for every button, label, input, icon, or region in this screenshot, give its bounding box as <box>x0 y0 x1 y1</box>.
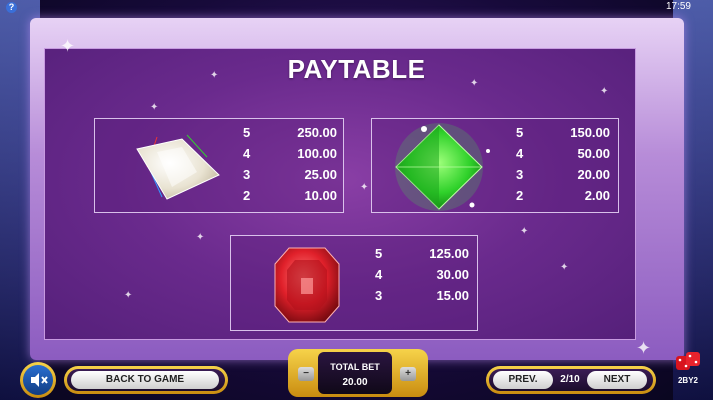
sparkle-icon: ✦ <box>124 290 133 301</box>
page-title: PAYTABLE <box>287 54 426 84</box>
payout-row: 2 10.00 <box>243 188 337 203</box>
white-diamond-gem-icon <box>136 134 220 200</box>
sparkle-icon: ✦ <box>60 36 76 56</box>
bet-decrease-button[interactable]: − <box>298 367 314 381</box>
back-to-game-control: BACK TO GAME <box>64 366 228 394</box>
payout-row: 5 125.00 <box>375 246 469 261</box>
back-to-game-button[interactable]: BACK TO GAME <box>71 371 219 389</box>
prev-page-button[interactable]: PREV. <box>493 371 553 389</box>
brand-logo: 2BY2 <box>668 350 708 398</box>
logo-text: 2BY2 <box>677 376 698 385</box>
payout-row: 3 25.00 <box>243 167 337 182</box>
payout-row: 4 100.00 <box>243 146 337 161</box>
total-bet-control: − TOTAL BET 20.00 + <box>288 349 428 397</box>
help-icon[interactable]: ? <box>6 2 17 13</box>
payout-row: 3 20.00 <box>516 167 610 182</box>
payout-row: 5 250.00 <box>243 125 337 140</box>
paytable-entry-ruby: 5 125.00 4 30.00 3 15.00 <box>230 235 478 331</box>
payout-row: 5 150.00 <box>516 125 610 140</box>
red-ruby-gem-icon <box>274 247 340 323</box>
paytable-entry-diamond: 5 250.00 4 100.00 3 25.00 2 10.00 <box>94 118 344 213</box>
payout-row: 4 30.00 <box>375 267 469 282</box>
paytable-entry-emerald: 5 150.00 4 50.00 3 20.00 2 2.00 <box>371 118 619 213</box>
sparkle-icon: ✦ <box>196 232 205 243</box>
sparkle-icon: ✦ <box>470 78 479 89</box>
sparkle-icon: ✦ <box>636 338 652 358</box>
payout-row: 4 50.00 <box>516 146 610 161</box>
total-bet-label: TOTAL BET <box>330 362 380 372</box>
green-emerald-gem-icon <box>395 123 490 211</box>
status-bar: ? 17:59 <box>0 0 713 14</box>
sparkle-icon: ✦ <box>360 182 369 193</box>
sparkle-icon: ✦ <box>600 86 609 97</box>
total-bet-display: TOTAL BET 20.00 <box>318 352 392 394</box>
sparkle-icon: ✦ <box>210 70 219 81</box>
sound-toggle-button[interactable] <box>20 362 56 398</box>
dice-icon <box>676 352 700 370</box>
payout-row: 3 15.00 <box>375 288 469 303</box>
total-bet-value: 20.00 <box>342 377 368 388</box>
sparkle-icon: ✦ <box>520 226 529 237</box>
page-indicator: 2/10 <box>560 374 580 385</box>
payout-row: 2 2.00 <box>516 188 610 203</box>
sparkle-icon: ✦ <box>560 262 569 273</box>
sparkle-icon: ✦ <box>150 102 159 113</box>
next-page-button[interactable]: NEXT <box>587 371 647 389</box>
mute-speaker-icon <box>31 373 48 387</box>
bet-increase-button[interactable]: + <box>400 367 416 381</box>
clock: 17:59 <box>665 1 691 12</box>
page-navigation: PREV. 2/10 NEXT <box>486 366 656 394</box>
